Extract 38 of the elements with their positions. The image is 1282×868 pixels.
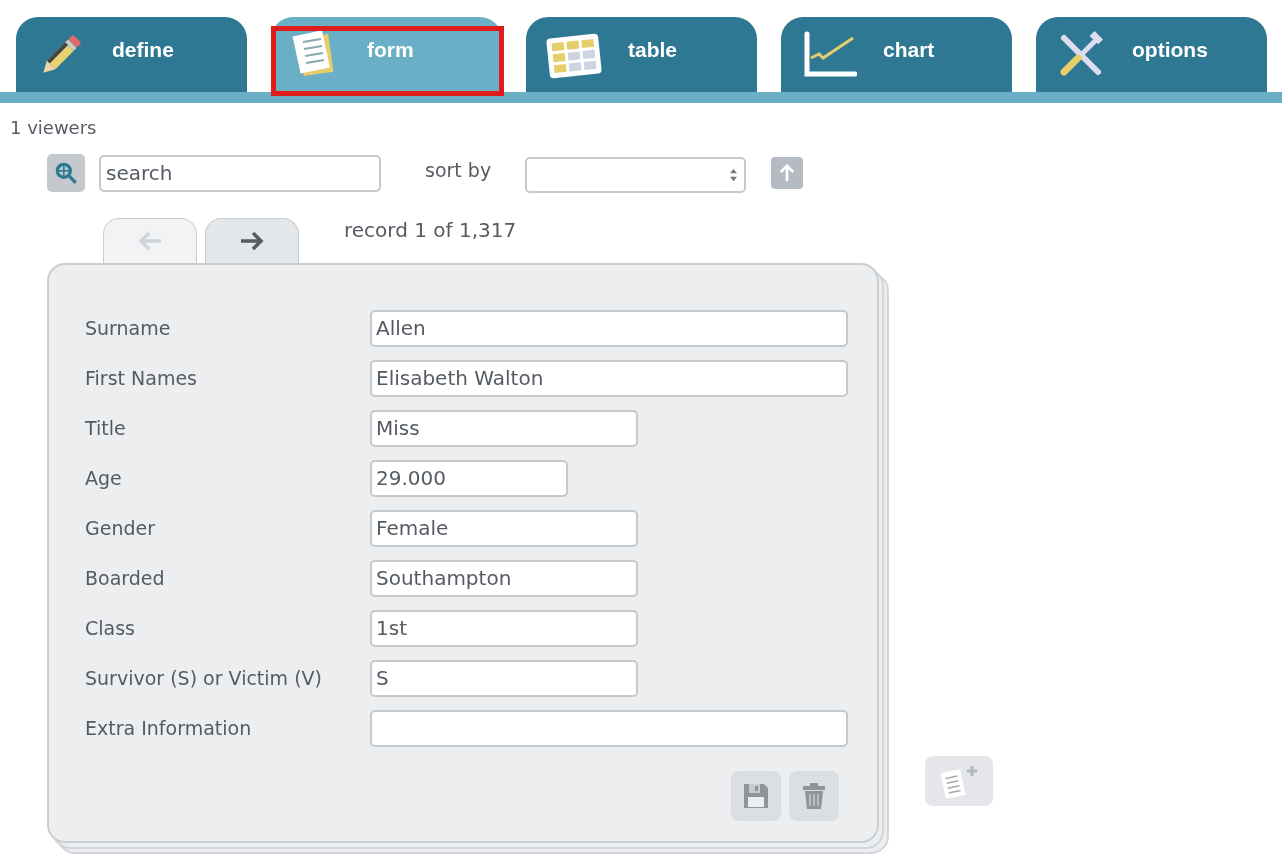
search-field[interactable]: search xyxy=(99,154,381,192)
field-label: Age xyxy=(85,467,123,489)
tab[interactable]: define xyxy=(16,17,247,92)
tab[interactable]: table xyxy=(526,17,757,92)
field-label: Extra Information xyxy=(85,717,253,739)
delete-button[interactable] xyxy=(789,771,839,821)
right-arrow-icon xyxy=(239,231,265,251)
input-field[interactable]: Miss xyxy=(370,409,638,447)
field-label: Class xyxy=(85,617,136,639)
input-field[interactable]: 1st xyxy=(370,609,638,647)
new-record-button[interactable] xyxy=(925,756,993,806)
save-button[interactable] xyxy=(731,771,781,821)
input-field[interactable]: Female xyxy=(370,509,638,547)
tab[interactable]: options xyxy=(1036,17,1267,92)
input-field[interactable] xyxy=(370,709,848,747)
record-counter: record 1 of 1,317 xyxy=(344,218,517,242)
up-arrow-icon xyxy=(778,164,796,182)
field-label: Boarded xyxy=(85,567,166,589)
search-icon xyxy=(53,160,79,186)
sort-label: sort by xyxy=(425,159,493,181)
search-button[interactable] xyxy=(47,154,85,192)
input-field[interactable]: Elisabeth Walton xyxy=(370,359,848,397)
tab[interactable]: chart xyxy=(781,17,1012,92)
input-field[interactable]: Allen xyxy=(370,309,848,347)
sort-dropdown[interactable] xyxy=(525,157,746,193)
next-record-button[interactable] xyxy=(205,218,299,263)
field-label: Surname xyxy=(85,317,172,339)
spinner-arrows-icon xyxy=(729,168,738,182)
viewer-count: 1 viewers xyxy=(10,117,98,139)
input-field[interactable]: Southampton xyxy=(370,559,638,597)
input-field[interactable]: 29.000 xyxy=(370,459,568,497)
field-label: Survivor (S) or Victim (V) xyxy=(85,667,323,689)
left-arrow-icon xyxy=(137,231,163,251)
field-label: First Names xyxy=(85,367,198,389)
field-label: Gender xyxy=(85,517,157,539)
sort-direction-button[interactable] xyxy=(771,157,803,189)
input-field[interactable]: S xyxy=(370,659,638,697)
field-label: Title xyxy=(85,417,127,439)
